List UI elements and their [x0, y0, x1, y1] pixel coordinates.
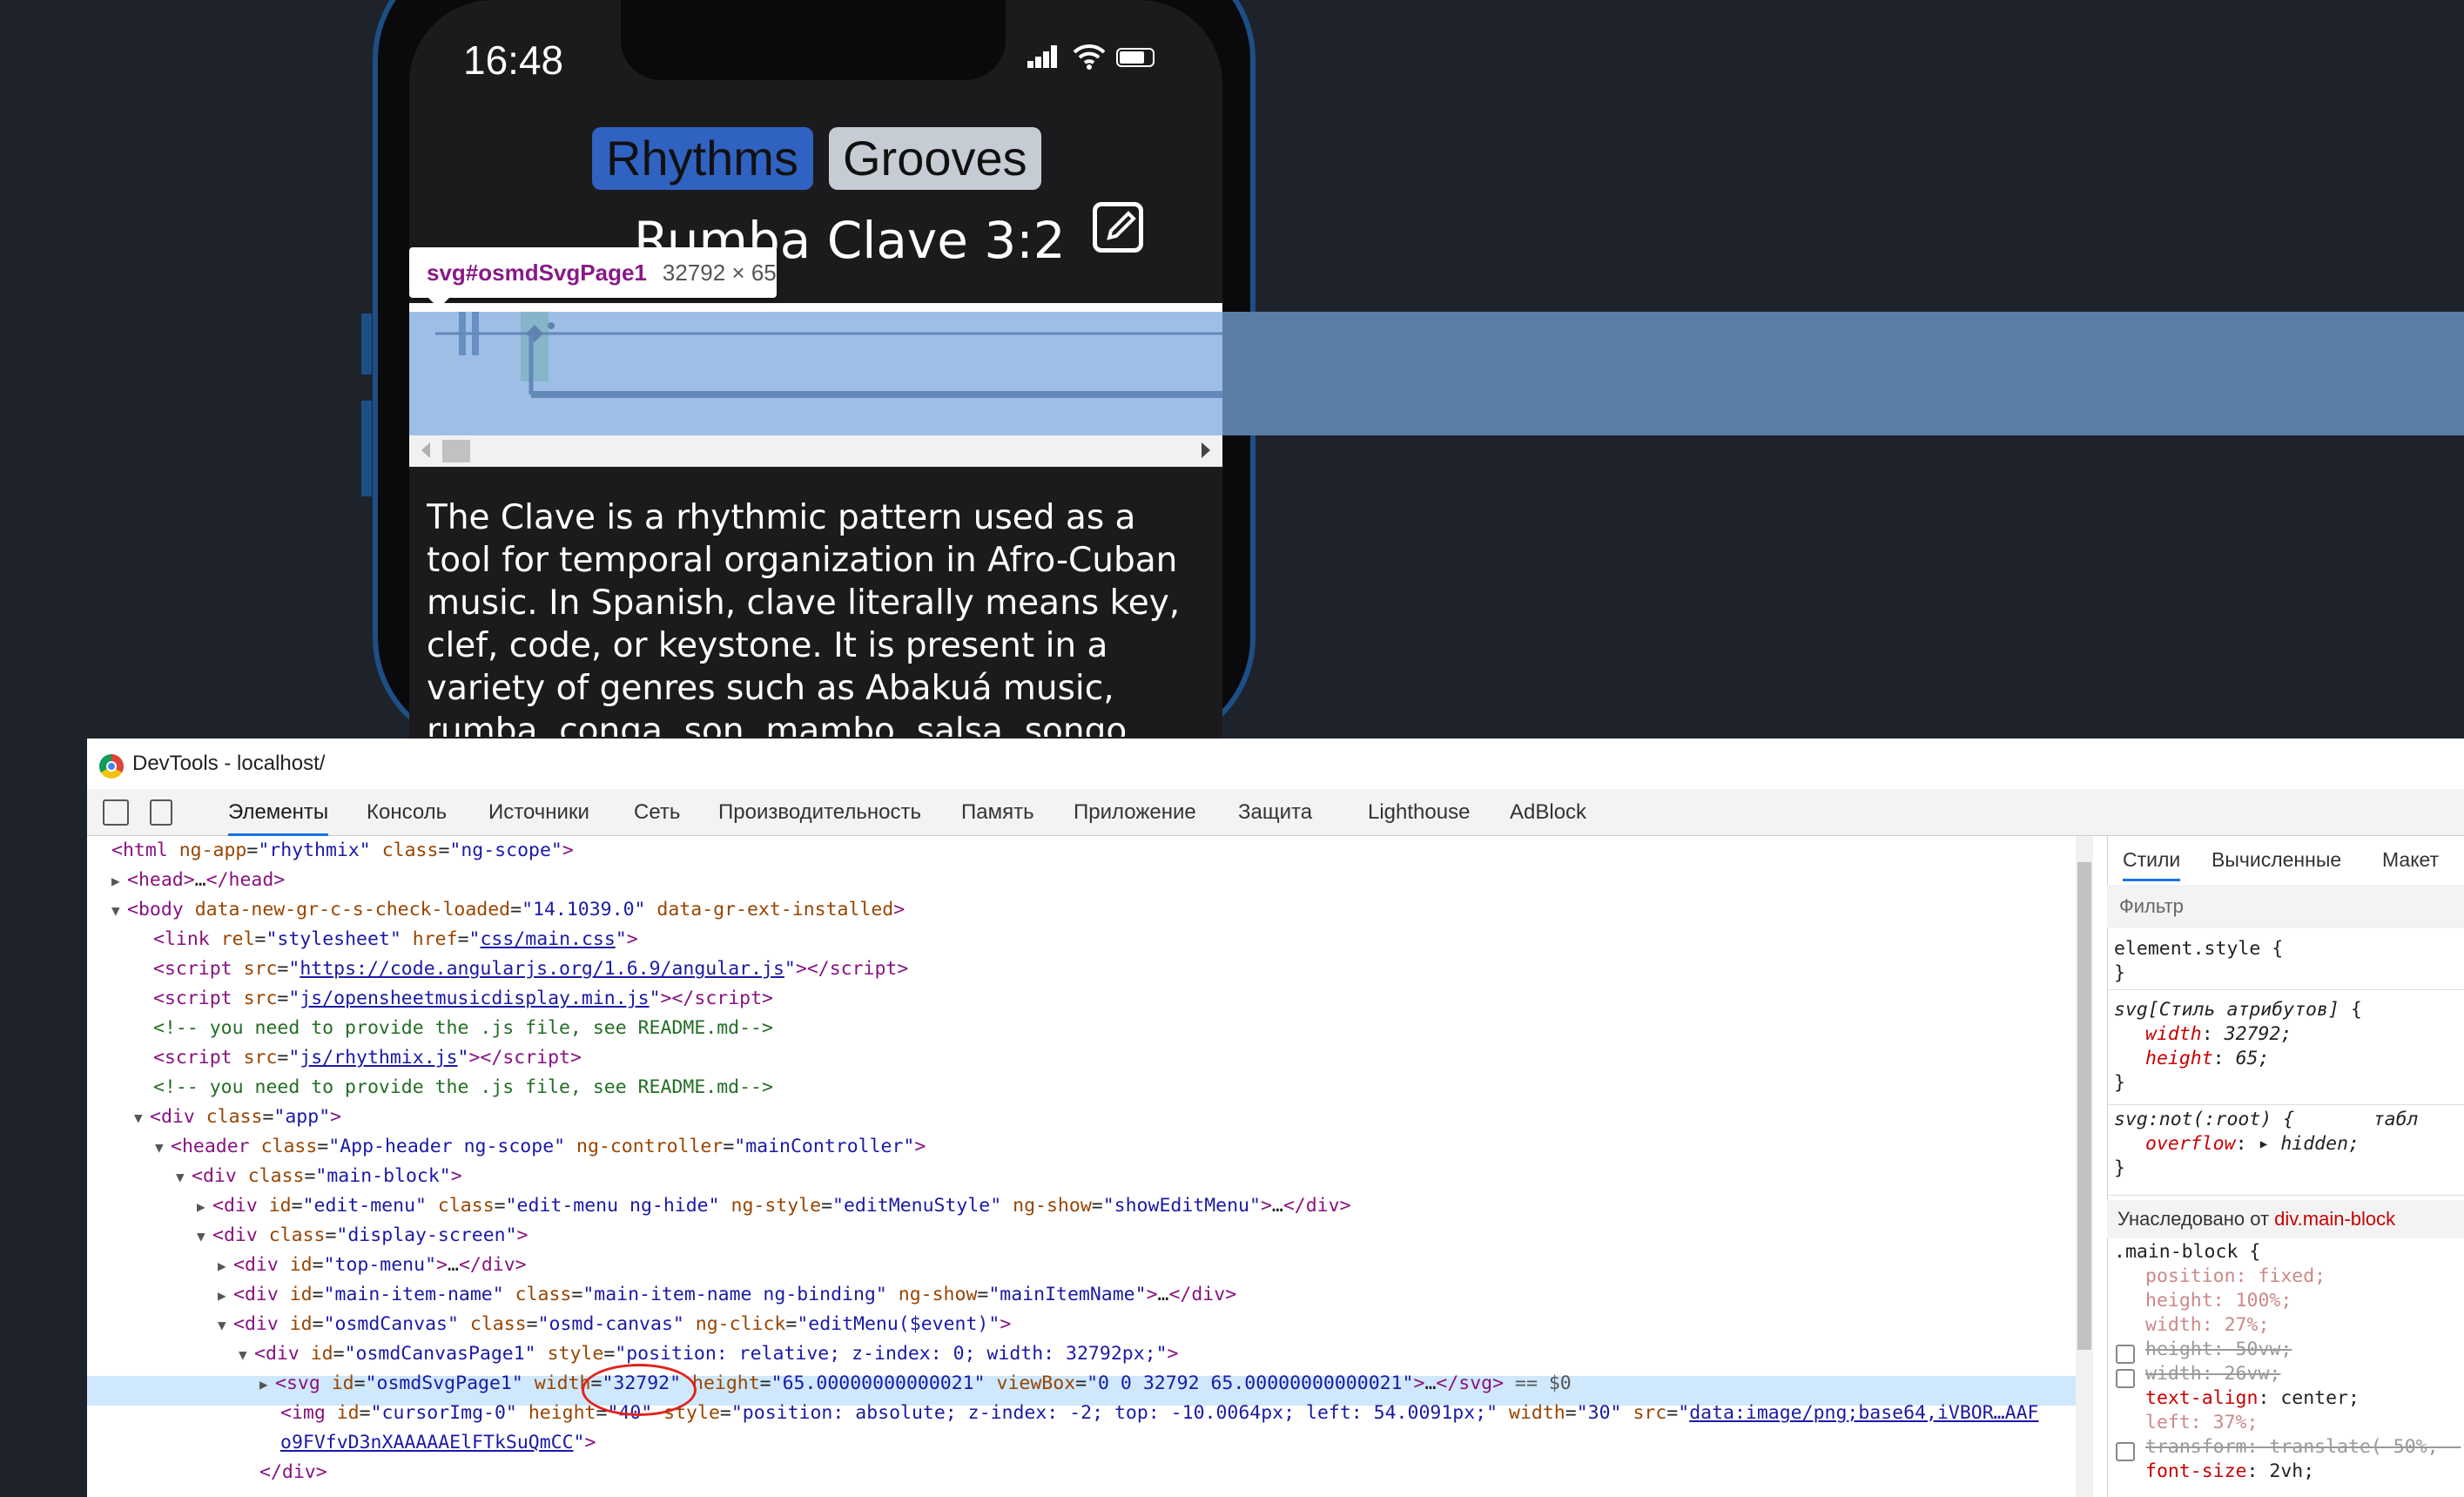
- phone-side-button: [361, 401, 372, 496]
- tab-elements[interactable]: Элементы: [228, 789, 329, 836]
- annotation-circle: [582, 1364, 697, 1416]
- dom-line[interactable]: ▼ <body data-new-gr-c-s-check-loaded="14.…: [111, 895, 905, 925]
- style-rule[interactable]: .main-block {: [2114, 1240, 2260, 1264]
- style-prop[interactable]: width: 27%;: [2145, 1313, 2269, 1338]
- style-rule: }: [2114, 1072, 2125, 1094]
- dom-line[interactable]: ▼ <div class="display-screen">: [197, 1221, 528, 1251]
- tooltip-arrow: [427, 296, 451, 308]
- tab-adblock[interactable]: AdBlock: [1510, 789, 1586, 836]
- tab-performance[interactable]: Производительность: [718, 789, 921, 836]
- devtools-title: DevTools - localhost/: [132, 752, 326, 775]
- inspect-element-icon[interactable]: [103, 799, 129, 826]
- property-checkbox[interactable]: [2116, 1345, 2135, 1364]
- scroll-right-icon[interactable]: [1202, 442, 1210, 458]
- dom-line[interactable]: ▼ <header class="App-header ng-scope" ng-…: [155, 1132, 926, 1162]
- tab-sources[interactable]: Источники: [488, 789, 589, 836]
- style-prop[interactable]: position: fixed;: [2145, 1264, 2326, 1289]
- tab-styles[interactable]: Стили: [2123, 838, 2181, 881]
- style-rule: }: [2114, 1157, 2125, 1179]
- dom-line[interactable]: <!-- you need to provide the .js file, s…: [153, 1073, 773, 1103]
- dom-tree-lines: <html ng-app="rhythmix" class="ng-scope"…: [87, 836, 2076, 1497]
- style-prop[interactable]: text-align: center;: [2145, 1386, 2360, 1411]
- property-checkbox[interactable]: [2116, 1369, 2135, 1388]
- style-prop[interactable]: width: 26vw;: [2145, 1362, 2280, 1386]
- dom-line[interactable]: <!-- you need to provide the .js file, s…: [153, 1014, 773, 1043]
- tab-memory[interactable]: Память: [961, 789, 1034, 836]
- inspect-highlight-overflow: [1222, 312, 2464, 435]
- scrollbar-thumb[interactable]: [2077, 862, 2091, 1350]
- style-prop[interactable]: height: 65;: [2145, 1047, 2269, 1071]
- dom-line-selected[interactable]: ▶ <svg id="osmdSvgPage1" width="32792" he…: [259, 1369, 1572, 1399]
- inherited-label: Унаследовано от: [2117, 1208, 2270, 1230]
- wifi-icon: [1073, 44, 1106, 70]
- dom-line[interactable]: o9FVfvD3nXAAAAAElFTkSuQmCC">: [280, 1428, 596, 1458]
- phone-side-button: [361, 314, 372, 374]
- device-toolbar-icon[interactable]: [150, 799, 172, 826]
- dom-line[interactable]: <script src="js/opensheetmusicdisplay.mi…: [153, 984, 773, 1014]
- dom-line[interactable]: ▶ <div id="edit-menu" class="edit-menu ng…: [197, 1191, 1351, 1221]
- dom-line[interactable]: ▼ <div id="osmdCanvasPage1" style="positi…: [239, 1339, 1179, 1369]
- style-prop[interactable]: font-size: 2vh;: [2145, 1460, 2314, 1484]
- horizontal-scrollbar[interactable]: [409, 435, 1222, 467]
- tooltip-size: 32792 × 65: [662, 260, 777, 286]
- dom-line[interactable]: <link rel="stylesheet" href="css/main.cs…: [153, 925, 638, 954]
- dom-line[interactable]: ▶ <div id="top-menu">…</div>: [218, 1251, 527, 1280]
- tab-layout[interactable]: Макет: [2382, 838, 2439, 881]
- devtools-titlebar: DevTools - localhost/: [87, 738, 2464, 789]
- tab-rhythms[interactable]: Rhythms: [592, 127, 813, 190]
- tab-network[interactable]: Сеть: [634, 789, 680, 836]
- tab-security[interactable]: Защита: [1238, 789, 1312, 836]
- dom-line[interactable]: ▼ <div class="app">: [134, 1103, 341, 1132]
- tab-computed[interactable]: Вычисленные: [2212, 838, 2341, 881]
- style-prop[interactable]: transform: translate(-50%, -: [2145, 1435, 2461, 1460]
- dom-line[interactable]: ▶ <head>…</head>: [111, 866, 285, 895]
- inspect-tooltip: svg#osmdSvgPage1 32792 × 65: [409, 247, 777, 298]
- scroll-left-icon[interactable]: [421, 442, 430, 458]
- dom-line[interactable]: <script src="js/rhythmix.js"></script>: [153, 1043, 582, 1073]
- battery-icon: [1116, 48, 1155, 67]
- chrome-icon: [99, 754, 124, 779]
- dom-line[interactable]: ▼ <div id="osmdCanvas" class="osmd-canvas…: [218, 1310, 1011, 1339]
- tab-lighthouse[interactable]: Lighthouse: [1368, 789, 1470, 836]
- style-prop[interactable]: height: 100%;: [2145, 1289, 2292, 1313]
- style-prop[interactable]: width: 32792;: [2145, 1022, 2292, 1047]
- dom-line[interactable]: <script src="https://code.angularjs.org/…: [153, 954, 908, 984]
- style-prop[interactable]: overflow: ▸ hidden;: [2145, 1132, 2360, 1156]
- style-rule: }: [2114, 962, 2125, 984]
- status-time: 16:48: [463, 37, 564, 83]
- tab-grooves[interactable]: Grooves: [829, 127, 1041, 190]
- inherited-header: Унаследовано от div.main-block: [2107, 1200, 2464, 1238]
- style-rule[interactable]: element.style {: [2114, 937, 2283, 961]
- signal-icon: [1027, 45, 1057, 68]
- dom-line[interactable]: <html ng-app="rhythmix" class="ng-scope"…: [111, 836, 574, 866]
- dom-line[interactable]: <img id="cursorImg-0" height="40" style=…: [280, 1399, 2038, 1428]
- dom-line[interactable]: ▶ <div id="main-item-name" class="main-it…: [218, 1280, 1236, 1310]
- dom-line[interactable]: </div>: [259, 1458, 327, 1487]
- inherited-selector[interactable]: div.main-block: [2274, 1208, 2395, 1230]
- style-rule[interactable]: svg[Стиль атрибутов] {: [2114, 998, 2362, 1022]
- phone-notch: [621, 0, 1006, 80]
- property-checkbox[interactable]: [2116, 1442, 2135, 1461]
- dom-line[interactable]: ▼ <div class="main-block">: [176, 1162, 462, 1191]
- tab-application[interactable]: Приложение: [1074, 789, 1196, 836]
- tooltip-selector: svg#osmdSvgPage1: [427, 260, 647, 286]
- tab-console[interactable]: Консоль: [367, 789, 447, 836]
- styles-filter-input[interactable]: Фильтр: [2107, 885, 2464, 928]
- scrollbar-thumb[interactable]: [442, 440, 470, 462]
- description-text: The Clave is a rhythmic pattern used as …: [427, 498, 1181, 737]
- style-prop[interactable]: left: 37%;: [2145, 1411, 2258, 1435]
- style-rule[interactable]: svg:not(:root) { табл: [2114, 1108, 2419, 1132]
- edit-icon[interactable]: [1093, 202, 1143, 253]
- style-prop[interactable]: height: 50vw;: [2145, 1338, 2292, 1362]
- inspect-highlight: [409, 312, 1222, 435]
